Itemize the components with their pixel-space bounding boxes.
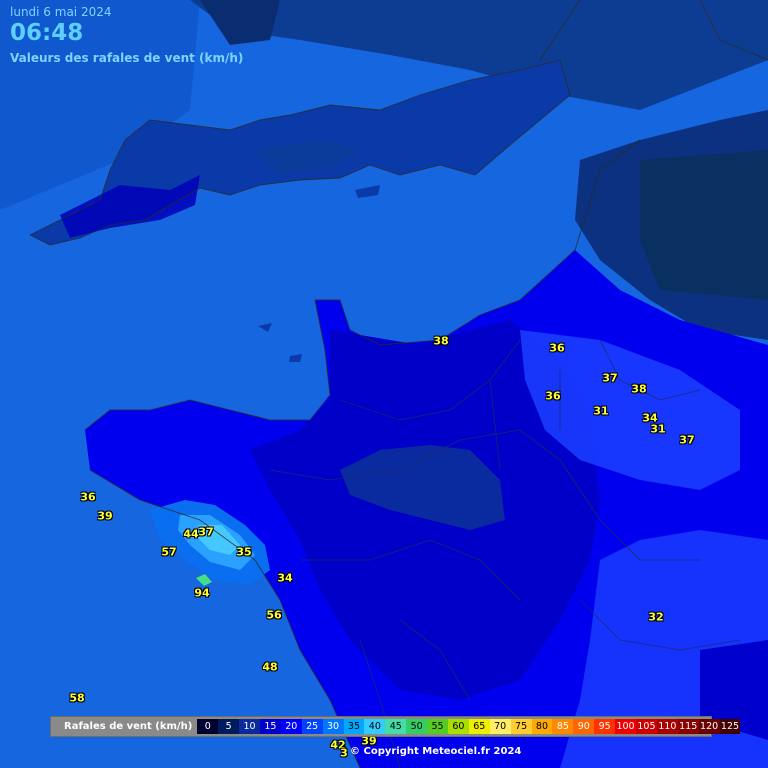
- legend-title: Rafales de vent (km/h): [64, 721, 193, 732]
- legend-swatch: 100: [615, 719, 636, 734]
- legend-swatch: 110: [656, 719, 678, 734]
- map-time: 06:48: [10, 20, 84, 46]
- legend-swatch: 70: [489, 719, 511, 734]
- legend-swatch: 125: [719, 719, 741, 734]
- gust-label: 37: [602, 371, 618, 385]
- legend-swatch: 25: [301, 719, 323, 734]
- legend-swatch: 90: [573, 719, 595, 734]
- gust-label: 32: [648, 610, 664, 624]
- gust-label: 58: [69, 691, 85, 705]
- gust-label: 34: [277, 571, 293, 585]
- legend-swatches: 0 5 10 15 20 25 30 35 40 45 50 55 60 65 70 75 80 85 90 95 10…: [197, 719, 741, 734]
- gust-label: 38: [433, 334, 449, 348]
- gust-label: 36: [549, 341, 565, 355]
- legend-swatch: 55: [427, 719, 448, 734]
- legend-swatch: 15: [259, 719, 281, 734]
- gust-label: 35: [236, 545, 252, 559]
- gust-label: 48: [262, 660, 278, 674]
- gust-label: 31: [650, 422, 666, 436]
- legend-swatch: 60: [447, 719, 469, 734]
- legend-swatch: 10: [239, 719, 260, 734]
- gust-label: 94: [194, 586, 210, 600]
- legend-swatch: 20: [280, 719, 302, 734]
- legend-swatch: 115: [677, 719, 699, 734]
- gust-label: 57: [161, 545, 177, 559]
- gust-label: 36: [545, 389, 561, 403]
- gust-label: 31: [593, 404, 609, 418]
- legend-swatch: 40: [364, 719, 386, 734]
- gust-label: 39: [97, 509, 113, 523]
- gust-label: 44: [183, 527, 199, 541]
- legend-swatch: 30: [322, 719, 344, 734]
- gust-label: 56: [266, 608, 282, 622]
- legend-swatch: 120: [698, 719, 720, 734]
- gust-label: 36: [80, 490, 96, 504]
- legend-swatch: 80: [531, 719, 553, 734]
- gust-color-legend: Rafales de vent (km/h) 0 5 10 15 20 25 30 35 40 4…: [50, 716, 741, 737]
- wind-gust-map: lundi 6 mai 2024 06:48 Valeurs des rafal…: [0, 0, 768, 768]
- copyright: © Copyright Meteociel.fr 2024: [350, 746, 522, 757]
- map-subtitle: Valeurs des rafales de vent (km/h): [10, 51, 244, 65]
- gust-label: 37: [679, 433, 695, 447]
- legend-swatch: 85: [552, 719, 574, 734]
- legend-swatch: 35: [343, 719, 365, 734]
- legend-swatch: 45: [385, 719, 407, 734]
- legend-swatch: 65: [468, 719, 490, 734]
- legend-swatch: 0: [197, 719, 219, 734]
- legend-swatch: 5: [218, 719, 240, 734]
- gust-label: 38: [631, 382, 647, 396]
- gust-label: 3: [340, 746, 348, 760]
- legend-swatch: 95: [594, 719, 616, 734]
- legend-swatch: 50: [406, 719, 428, 734]
- legend-swatch: 75: [510, 719, 532, 734]
- map-background: [0, 0, 768, 768]
- gust-label: 37: [198, 525, 214, 539]
- legend-swatch: 105: [635, 719, 657, 734]
- map-date: lundi 6 mai 2024: [10, 5, 112, 19]
